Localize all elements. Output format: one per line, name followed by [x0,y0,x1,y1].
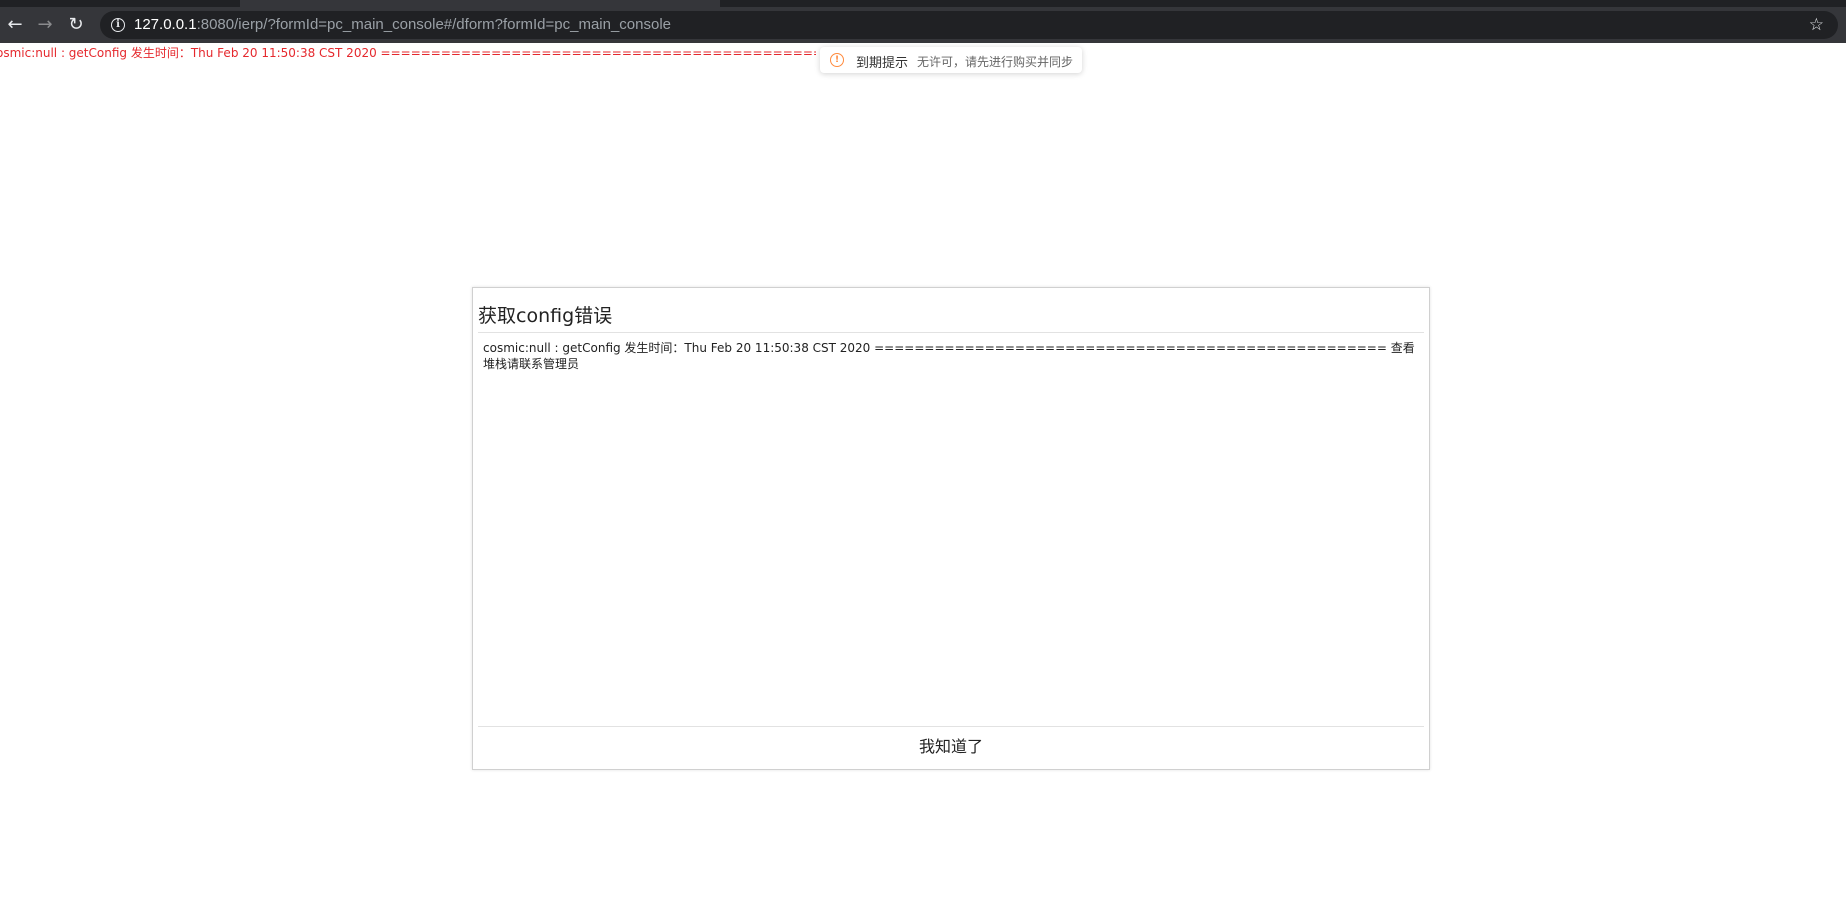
browser-toolbar: ← → ↻ i 127.0.0.1:8080/ierp/?formId=pc_m… [0,7,1846,43]
info-icon[interactable]: i [111,18,125,32]
bookmark-star-icon[interactable]: ☆ [1809,11,1824,39]
reload-icon[interactable]: ↻ [65,14,87,36]
active-tab[interactable] [240,0,720,7]
dialog-title: 获取config错误 [478,305,613,327]
tab-strip [0,0,1846,7]
warning-icon: ! [830,53,844,67]
dialog-divider [478,332,1424,333]
url-text[interactable]: 127.0.0.1:8080/ierp/?formId=pc_main_cons… [134,11,671,39]
forward-arrow-icon[interactable]: → [34,14,56,36]
acknowledge-button[interactable]: 我知道了 [478,728,1424,768]
dialog-message: cosmic:null : getConfig 发生时间：Thu Feb 20 … [483,341,1415,371]
notice-text: 无许可，请先进行购买并同步 [917,55,1074,69]
url-host: 127.0.0.1 [134,16,197,33]
expiry-notice: ! 到期提示 无许可，请先进行购买并同步 [820,47,1082,73]
notice-title: 到期提示 [856,56,909,71]
address-bar[interactable]: i 127.0.0.1:8080/ierp/?formId=pc_main_co… [100,11,1838,39]
url-path: :8080/ierp/?formId=pc_main_console#/dfor… [196,16,672,33]
dialog-footer-divider [478,726,1424,727]
error-message-line: osmic:null : getConfig 发生时间：Thu Feb 20 1… [0,46,816,60]
config-error-dialog: 获取config错误 cosmic:null : getConfig 发生时间：… [472,287,1430,770]
back-arrow-icon[interactable]: ← [4,14,26,36]
